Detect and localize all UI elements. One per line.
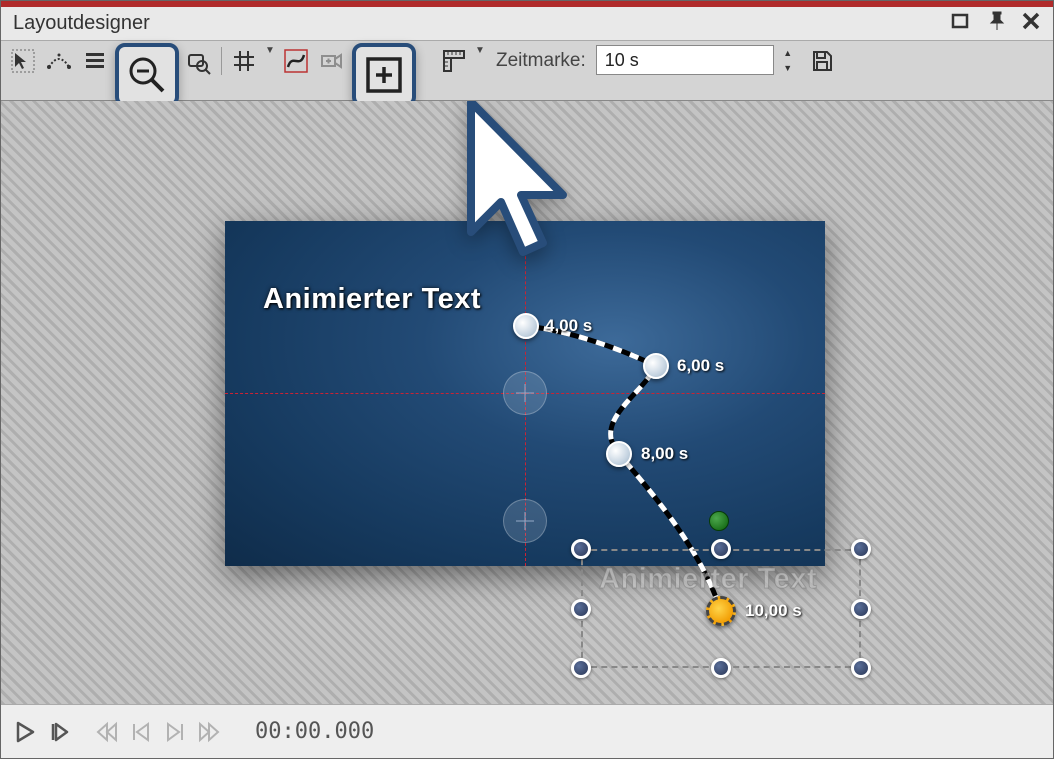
selection-handle[interactable] [711, 539, 731, 559]
selection-handle[interactable] [851, 539, 871, 559]
grid-dropdown-arrow[interactable]: ▼ [264, 45, 276, 56]
keyframe-node[interactable] [606, 441, 632, 467]
pin-icon[interactable] [987, 11, 1007, 37]
selection-handle[interactable] [571, 539, 591, 559]
rewind-button[interactable] [93, 717, 121, 747]
play-button[interactable] [11, 717, 39, 747]
selection-handle[interactable] [851, 658, 871, 678]
forward-button[interactable] [195, 717, 223, 747]
timemark-spinner[interactable]: ▲▼ [778, 45, 798, 75]
canvas-area[interactable]: Animierter Text 4,00 s 6,00 s 8,00 s 10,… [1, 101, 1053, 704]
timemark-label: Zeitmarke: [496, 45, 586, 77]
selection-handle[interactable] [571, 599, 591, 619]
motion-path [1, 101, 1053, 704]
ruler-tool-button[interactable] [438, 45, 470, 77]
close-icon[interactable] [1021, 11, 1041, 37]
zoom-region-button[interactable] [183, 47, 215, 79]
curve-tool-button[interactable] [43, 45, 75, 77]
ruler-dropdown-arrow[interactable]: ▼ [474, 45, 486, 56]
save-button[interactable] [806, 45, 838, 77]
keyframe-label: 8,00 s [641, 444, 688, 464]
prev-frame-button[interactable] [127, 717, 155, 747]
timemark-input[interactable]: 10 s [596, 45, 774, 75]
camera-tool-button[interactable] [316, 45, 348, 77]
path-tool-button[interactable] [280, 45, 312, 77]
title-bar: Layoutdesigner [1, 7, 1053, 41]
minimize-icon[interactable] [951, 11, 973, 37]
playback-bar: 00:00.000 [1, 704, 1053, 758]
window-buttons [951, 11, 1041, 37]
selection-handle[interactable] [851, 599, 871, 619]
window-title: Layoutdesigner [13, 12, 951, 35]
animated-text-ghost: Animierter Text [599, 563, 817, 596]
keyframe-label: 6,00 s [677, 356, 724, 376]
play-step-button[interactable] [45, 717, 73, 747]
timecode-display: 00:00.000 [255, 719, 374, 744]
next-frame-button[interactable] [161, 717, 189, 747]
selection-handle[interactable] [571, 658, 591, 678]
keyframe-node[interactable] [513, 313, 539, 339]
select-tool-button[interactable] [7, 45, 39, 77]
layout-designer-window: Layoutdesigner [0, 0, 1054, 759]
zoom-out-button[interactable] [115, 43, 179, 107]
keyframe-node[interactable] [643, 353, 669, 379]
grid-tool-button[interactable] [228, 45, 260, 77]
toolbar: ▼ ▼ Zeitmarke: 10 s ▲▼ [1, 41, 1053, 101]
keyframe-label: 4,00 s [545, 316, 592, 336]
add-frame-button[interactable] [352, 43, 416, 107]
selection-handle[interactable] [711, 658, 731, 678]
toolbar-separator [221, 47, 222, 75]
layers-tool-button[interactable] [79, 45, 111, 77]
